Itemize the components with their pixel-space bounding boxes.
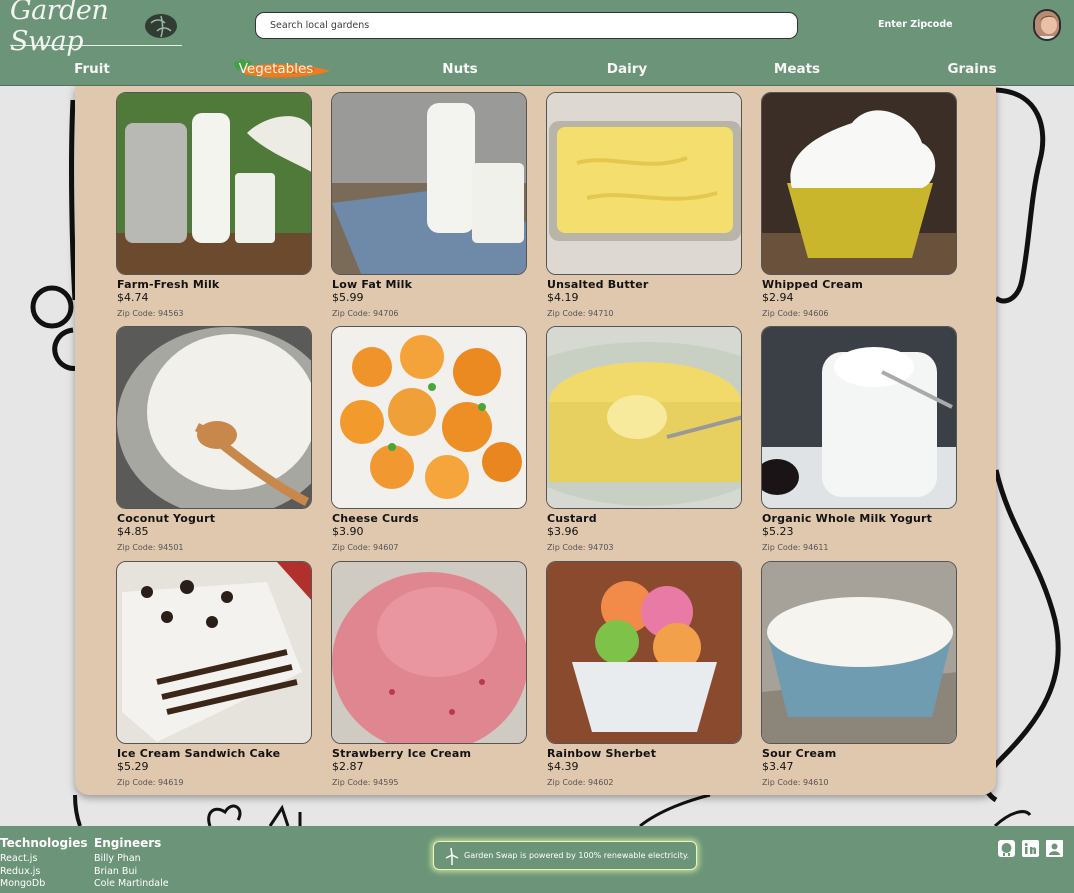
product-price: $4.85 [117,525,149,538]
product-card[interactable]: Whipped Cream $2.94 Zip Code: 94606 [761,92,957,324]
product-name: Farm-Fresh Milk [117,278,220,291]
product-zipcode: Zip Code: 94706 [332,309,399,318]
product-card[interactable]: Cheese Curds $3.90 Zip Code: 94607 [331,326,527,558]
product-price: $2.87 [332,760,364,773]
engineers-heading: Engineers [94,836,162,850]
product-name: Whipped Cream [762,278,864,291]
product-card[interactable]: Organic Whole Milk Yogurt $5.23 Zip Code… [761,326,957,558]
nav-tab-vegetables[interactable]: Vegetables [239,61,314,77]
product-image-butter [546,92,742,275]
site-footer: Technologies React.js Redux.js MongoDb E… [0,826,1074,893]
product-zipcode: Zip Code: 94710 [547,309,614,318]
technologies-heading: Technologies [0,836,88,850]
github-icon[interactable] [998,840,1015,857]
product-card[interactable]: Ice Cream Sandwich Cake $5.29 Zip Code: … [116,561,312,793]
product-price: $5.99 [332,291,364,304]
product-card[interactable]: Strawberry Ice Cream $2.87 Zip Code: 945… [331,561,527,793]
enter-zipcode-button[interactable]: Enter Zipcode [878,19,953,30]
nav-tab-nuts[interactable]: Nuts [442,61,477,77]
engineers-column: Engineers Billy Phan Brian Bui Cole Mart… [94,836,169,891]
nav-tab-grains[interactable]: Grains [947,61,996,77]
product-price: $4.39 [547,760,579,773]
product-price: $4.19 [547,291,579,304]
technology-item: Redux.js [0,865,41,877]
top-header: Garden Swap Enter Zipcode Fruit Vegetabl… [0,0,1074,86]
user-avatar[interactable] [1033,9,1061,41]
product-image-coconut-yogurt [116,326,312,509]
product-name: Strawberry Ice Cream [332,747,472,760]
product-zipcode: Zip Code: 94563 [117,309,184,318]
nav-tab-meats[interactable]: Meats [774,61,820,77]
product-grid-panel: Farm-Fresh Milk $4.74 Zip Code: 94563 Lo… [75,86,996,795]
contact-icon[interactable] [1046,840,1063,857]
product-image-ice-cream-cake [116,561,312,744]
product-price: $5.29 [117,760,149,773]
product-zipcode: Zip Code: 94607 [332,543,399,552]
product-price: $5.23 [762,525,794,538]
product-card[interactable]: Farm-Fresh Milk $4.74 Zip Code: 94563 [116,92,312,324]
product-name: Organic Whole Milk Yogurt [762,512,933,525]
product-name: Cheese Curds [332,512,419,525]
product-card[interactable]: Sour Cream $3.47 Zip Code: 94610 [761,561,957,793]
product-price: $3.47 [762,760,794,773]
product-zipcode: Zip Code: 94619 [117,778,184,787]
product-name: Rainbow Sherbet [547,747,657,760]
product-image-rainbow-sherbet [546,561,742,744]
product-price: $3.96 [547,525,579,538]
product-price: $3.90 [332,525,364,538]
renewable-energy-badge: Garden Swap is powered by 100% renewable… [433,841,697,870]
category-nav: Fruit Vegetables Nuts Dairy Meats Grains [0,58,1074,84]
engineer-item[interactable]: Brian Bui [94,866,169,879]
product-card[interactable]: Unsalted Butter $4.19 Zip Code: 94710 [546,92,742,324]
product-image-yogurt-jar [761,326,957,509]
product-image-cheese-curds [331,326,527,509]
product-name: Sour Cream [762,747,837,760]
product-zipcode: Zip Code: 94610 [762,778,829,787]
product-card[interactable]: Low Fat Milk $5.99 Zip Code: 94706 [331,92,527,324]
product-zipcode: Zip Code: 94602 [547,778,614,787]
product-image-milk-bottle [331,92,527,275]
technology-item: MongoDb [0,878,46,889]
product-price: $2.94 [762,291,794,304]
product-zipcode: Zip Code: 94611 [762,543,829,552]
product-image-custard [546,326,742,509]
eco-message: Garden Swap is powered by 100% renewable… [464,851,690,860]
product-card[interactable]: Rainbow Sherbet $4.39 Zip Code: 94602 [546,561,742,793]
product-image-sour-cream [761,561,957,744]
product-zipcode: Zip Code: 94606 [762,309,829,318]
product-name: Custard [547,512,597,525]
product-image-milk [116,92,312,275]
product-zipcode: Zip Code: 94595 [332,778,399,787]
product-card[interactable]: Custard $3.96 Zip Code: 94703 [546,326,742,558]
product-zipcode: Zip Code: 94703 [547,543,614,552]
product-image-whipped-cream [761,92,957,275]
engineer-item[interactable]: Cole Martindale [94,878,169,891]
technologies-column: Technologies React.js Redux.js MongoDb [0,836,88,891]
wind-turbine-icon [445,847,459,865]
product-image-strawberry-ice-cream [331,561,527,744]
cabbage-logo-icon [145,14,177,38]
nav-tab-dairy[interactable]: Dairy [607,61,647,77]
logo[interactable]: Garden Swap [10,0,182,57]
product-card[interactable]: Coconut Yogurt $4.85 Zip Code: 94501 [116,326,312,558]
linkedin-icon[interactable] [1022,840,1039,857]
product-name: Low Fat Milk [332,278,413,291]
product-zipcode: Zip Code: 94501 [117,543,184,552]
technology-item: React.js [0,853,38,864]
search-input[interactable] [255,12,798,39]
product-name: Unsalted Butter [547,278,649,291]
product-price: $4.74 [117,291,149,304]
nav-tab-fruit[interactable]: Fruit [74,61,110,77]
engineer-item[interactable]: Billy Phan [94,853,169,866]
product-name: Ice Cream Sandwich Cake [117,747,281,760]
product-name: Coconut Yogurt [117,512,216,525]
